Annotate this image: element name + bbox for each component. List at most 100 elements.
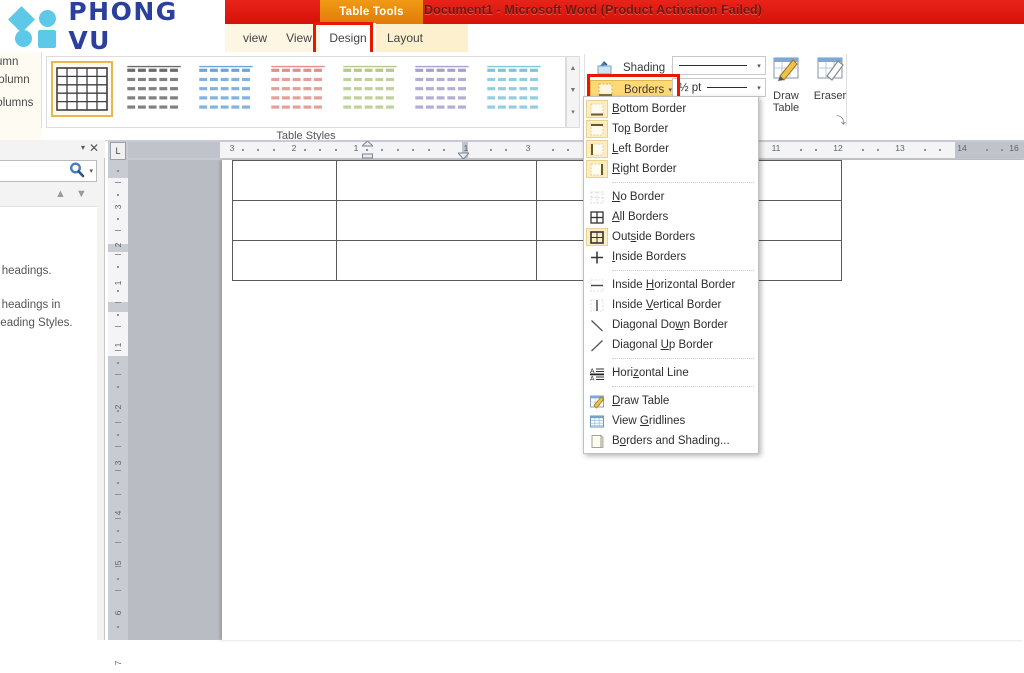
ruler-tick: 16 [1009,143,1019,153]
logo-wordmark: PHONG VU [68,0,178,55]
ruler-dot [303,149,306,151]
navigation-pane-menu-icon[interactable]: ▾ [81,143,85,152]
tab-review[interactable]: view [235,24,275,52]
ruler-dot [861,149,864,151]
vruler-dot [117,386,119,388]
diagonal-down-icon [586,316,608,334]
menu-item-diagonal-down[interactable]: Diagonal Down Border [584,315,758,335]
tab-view[interactable]: View [277,24,321,52]
vruler-dot [115,182,121,183]
menu-item-inside-horizontal[interactable]: Inside Horizontal Border [584,275,758,295]
ruler-dot [567,149,569,151]
table-style-light-shading-red[interactable] [267,61,329,117]
line-style-dropdown[interactable]: ▾ [672,56,766,75]
vruler-tick: 4 [113,510,123,516]
option-label-1[interactable]: umn [0,56,18,68]
gallery-more-button[interactable]: ▾ [567,101,579,123]
ribbon-tab-strip: view View Design Layout [225,23,1024,53]
line-weight-dropdown[interactable]: ½ pt ▾ [672,78,766,97]
line-style-preview [679,65,747,66]
menu-item-top-border[interactable]: Top Border [584,119,758,139]
table-style-table-grid[interactable] [51,61,113,117]
navigation-search-box[interactable]: ▾ [0,160,97,182]
menu-item-no-border[interactable]: No Border [584,187,758,207]
menu-item-horizontal-line[interactable]: A A Horizontal Line [584,363,758,383]
menu-item-borders-and-shading[interactable]: Borders and Shading... [584,431,758,451]
menu-item-draw-table[interactable]: Draw Table [584,391,758,411]
inside-borders-icon [586,248,608,266]
left-indent-marker[interactable] [360,140,375,159]
dialog-launcher-icon[interactable]: ⤵ [836,112,846,127]
gallery-scroll-up-button[interactable]: ▲ [567,57,579,79]
menu-item-view-gridlines[interactable]: View Gridlines [584,411,758,431]
vruler-dot [115,230,121,231]
gallery-scrollbar[interactable]: ▲ ▼ ▾ [566,56,580,128]
gallery-scroll-down-button[interactable]: ▼ [567,79,579,101]
ruler-tick: 3 [525,143,531,153]
shading-button[interactable]: Shading ▾ [590,58,678,78]
tab-stop-selector[interactable]: L [110,142,126,160]
menu-item-inside-borders[interactable]: Inside Borders [584,247,758,267]
menu-item-diagonal-up[interactable]: Diagonal Up Border [584,335,758,355]
navigation-pane-close-icon[interactable]: ✕ [89,141,99,155]
navigation-hint-line-3: Heading Styles. [0,317,73,329]
table-cell[interactable] [232,160,337,201]
vruler-dot [117,362,119,364]
table-style-light-shading-green[interactable] [339,61,401,117]
inside-vertical-icon [586,296,608,314]
menu-item-left-border[interactable]: Left Border [584,139,758,159]
menu-separator [612,182,754,184]
menu-item-bottom-border[interactable]: Bottom Border [584,99,758,119]
table-style-light-shading-aqua[interactable] [483,61,545,117]
line-weight-value: ½ pt [679,81,702,94]
menu-item-outside-borders[interactable]: Outside Borders [584,227,758,247]
menu-separator [612,358,754,360]
navigation-pane-body: tain headings. eate headings in Heading … [0,206,97,641]
ruler-dot [381,149,383,151]
menu-separator [612,386,754,388]
ruler-tick: 2 [291,143,297,153]
ruler-dot [257,149,259,151]
vruler-dot [117,194,119,196]
vruler-dot [117,626,119,628]
borders-label: Borders [624,84,665,96]
table-styles-gallery[interactable] [46,56,566,128]
ruler-dot [939,149,941,151]
table-style-light-shading-blue[interactable] [195,61,257,117]
logo-diamond-icon [8,6,35,33]
tab-design[interactable]: Design [320,24,376,52]
table-cell[interactable] [335,200,538,241]
next-result-button[interactable]: ▼ [76,188,87,200]
menu-item-inside-vertical[interactable]: Inside Vertical Border [584,295,758,315]
menu-item-right-border[interactable]: Right Border [584,159,758,179]
ruler-dot [427,149,430,151]
search-options-caret-icon[interactable]: ▾ [89,167,93,175]
option-label-2[interactable]: Column [0,74,30,86]
table-cell[interactable] [335,240,538,281]
vruler-dot [115,518,121,519]
menu-item-all-borders[interactable]: All Borders [584,207,758,227]
vruler-dot [117,410,119,412]
borders-dropdown-menu[interactable]: Bottom Border Top Border Left Border Right … [583,96,759,454]
vruler-dot [117,314,119,316]
option-label-3[interactable]: Columns [0,97,33,109]
view-gridlines-icon [586,412,608,430]
right-indent-marker[interactable] [456,148,471,160]
vruler-dot [115,254,121,255]
draw-table-button[interactable]: Draw Table [762,56,810,114]
vruler-tick: 3 [113,204,123,210]
tab-layout[interactable]: Layout [377,24,433,52]
ruler-dot [272,149,275,151]
table-cell[interactable] [335,160,538,201]
table-style-light-shading-purple[interactable] [411,61,473,117]
ruler-dot [923,149,926,151]
eraser-label: Eraser [813,90,847,102]
table-style-light-shading-dark[interactable] [123,61,185,117]
table-cell[interactable] [232,240,337,281]
previous-result-button[interactable]: ▲ [55,188,66,200]
draw-table-icon [586,392,608,410]
table-cell[interactable] [232,200,337,241]
vruler-dot [117,578,119,580]
vertical-ruler[interactable]: 3211234567 [108,140,128,665]
horizontal-ruler[interactable]: 3211345101112131416 [128,140,1024,160]
